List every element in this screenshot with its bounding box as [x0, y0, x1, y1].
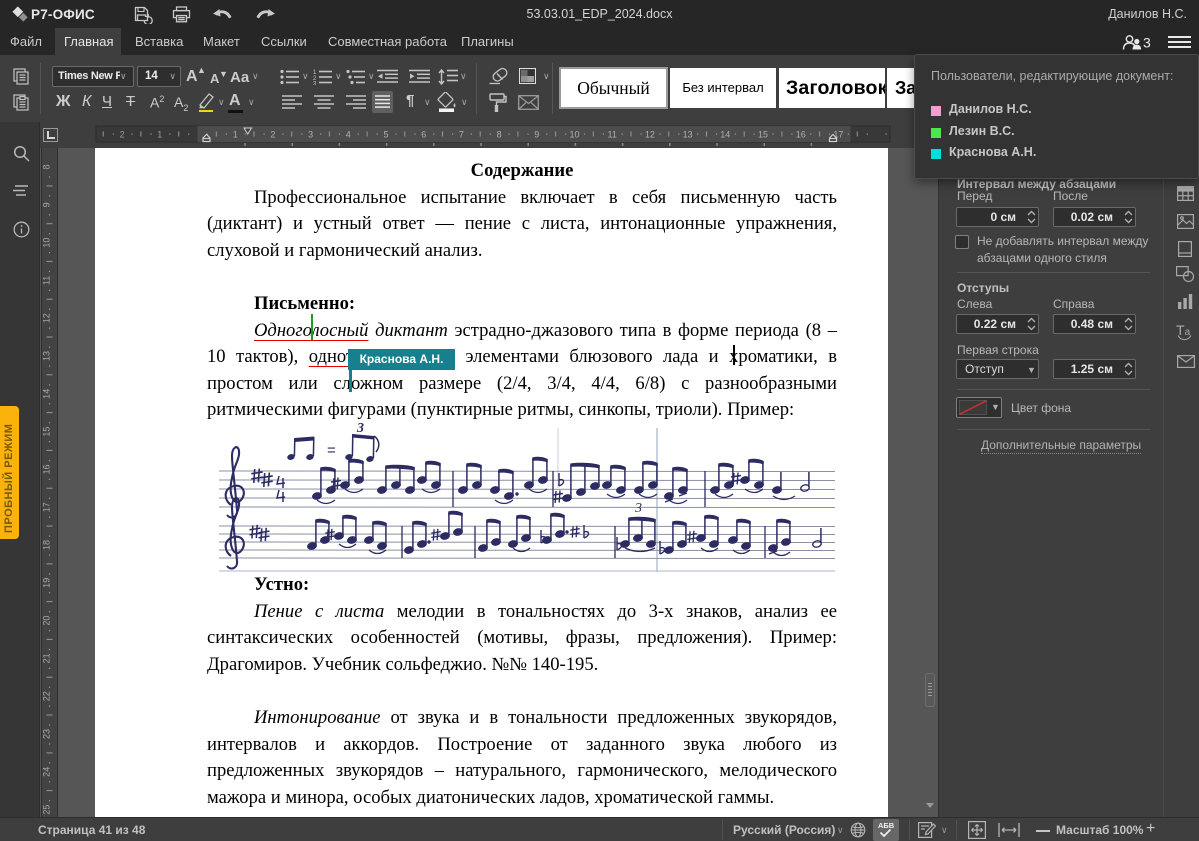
svg-text:9: 9 [534, 130, 539, 140]
svg-text:7: 7 [459, 130, 464, 140]
svg-text:11: 11 [42, 276, 52, 285]
svg-text:22: 22 [42, 691, 52, 701]
svg-text:17: 17 [42, 502, 52, 512]
svg-text:9: 9 [42, 202, 52, 207]
svg-text:4: 4 [346, 130, 351, 140]
svg-text:14: 14 [720, 130, 730, 140]
svg-text:25: 25 [42, 805, 52, 815]
svg-text:20: 20 [42, 616, 52, 626]
svg-text:8: 8 [497, 130, 502, 140]
svg-text:10: 10 [42, 238, 52, 248]
svg-text:12: 12 [645, 130, 655, 140]
svg-text:2: 2 [270, 130, 275, 140]
svg-text:21: 21 [42, 653, 52, 663]
svg-text:1: 1 [157, 130, 162, 140]
svg-text:13: 13 [683, 130, 693, 140]
svg-text:16: 16 [42, 464, 52, 474]
svg-text:10: 10 [569, 130, 579, 140]
svg-text:3: 3 [356, 421, 364, 436]
svg-text:18: 18 [42, 540, 52, 550]
svg-text:15: 15 [42, 427, 52, 437]
svg-text:3: 3 [1143, 35, 1151, 51]
svg-text:2: 2 [120, 130, 125, 140]
svg-text:13: 13 [42, 351, 52, 361]
svg-text:5: 5 [383, 130, 388, 140]
svg-text:11: 11 [608, 130, 617, 140]
svg-text:=: = [327, 442, 336, 459]
svg-text:16: 16 [796, 130, 806, 140]
svg-text:12: 12 [42, 313, 52, 323]
svg-text:14: 14 [42, 389, 52, 399]
svg-text:3: 3 [313, 82, 317, 86]
svg-text:19: 19 [42, 578, 52, 588]
svg-text:3: 3 [308, 130, 313, 140]
svg-text:24: 24 [42, 767, 52, 777]
svg-text:1: 1 [233, 130, 238, 140]
svg-text:15: 15 [758, 130, 768, 140]
svg-text:8: 8 [42, 164, 52, 169]
svg-text:23: 23 [42, 729, 52, 739]
svg-text:3: 3 [634, 501, 642, 516]
svg-text:6: 6 [421, 130, 426, 140]
